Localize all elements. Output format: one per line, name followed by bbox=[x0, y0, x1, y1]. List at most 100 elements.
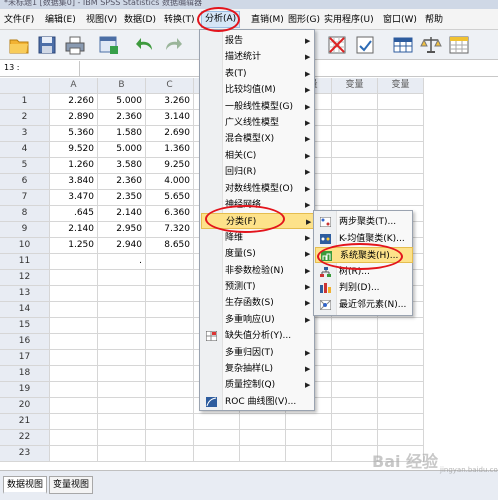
grid-cell[interactable]: 5.000 bbox=[98, 142, 146, 158]
grid-cell[interactable] bbox=[240, 430, 286, 446]
grid-cell[interactable] bbox=[332, 142, 378, 158]
grid-cell[interactable] bbox=[332, 94, 378, 110]
row-number[interactable]: 23 bbox=[0, 446, 50, 462]
tab-data-view[interactable]: 数据视图 bbox=[3, 476, 48, 494]
grid-cell[interactable] bbox=[50, 254, 98, 270]
grid-cell[interactable] bbox=[332, 350, 378, 366]
analyze-menu-item[interactable]: 非参数检验(N) ▶ bbox=[201, 263, 315, 279]
analyze-menu-item[interactable]: 分类(F) ▶ bbox=[201, 213, 315, 230]
menu-direct-marketing[interactable]: 直销(M) bbox=[251, 13, 284, 28]
grid-cell[interactable] bbox=[378, 110, 424, 126]
grid-cell[interactable]: 9.250 bbox=[146, 158, 194, 174]
grid-cell[interactable] bbox=[98, 382, 146, 398]
grid-cell[interactable] bbox=[378, 334, 424, 350]
row-number[interactable]: 9 bbox=[0, 222, 50, 238]
grid-cell[interactable] bbox=[98, 350, 146, 366]
grid-cell[interactable]: 6.360 bbox=[146, 206, 194, 222]
grid-cell[interactable] bbox=[50, 302, 98, 318]
undo-icon[interactable] bbox=[134, 34, 156, 56]
analyze-menu-item[interactable]: 一般线性模型(G) ▶ bbox=[201, 99, 315, 115]
grid-cell[interactable] bbox=[332, 382, 378, 398]
menu-graphs[interactable]: 图形(G) bbox=[288, 13, 320, 28]
row-number[interactable]: 1 bbox=[0, 94, 50, 110]
menu-help[interactable]: 帮助 bbox=[425, 13, 443, 28]
analyze-menu-item[interactable]: ROC 曲线图(V)... bbox=[201, 394, 315, 410]
grid-cell[interactable]: 2.690 bbox=[146, 126, 194, 142]
row-number[interactable]: 21 bbox=[0, 414, 50, 430]
grid-cell[interactable]: 8.650 bbox=[146, 238, 194, 254]
grid-cell[interactable] bbox=[332, 110, 378, 126]
row-number[interactable]: 4 bbox=[0, 142, 50, 158]
row-number[interactable]: 2 bbox=[0, 110, 50, 126]
grid-cell[interactable]: 2.360 bbox=[98, 174, 146, 190]
grid-cell[interactable]: 2.140 bbox=[98, 206, 146, 222]
grid-cell[interactable] bbox=[378, 398, 424, 414]
save-icon[interactable] bbox=[36, 34, 58, 56]
grid-cell[interactable]: 5.650 bbox=[146, 190, 194, 206]
grid-cell[interactable] bbox=[332, 174, 378, 190]
grid-cell[interactable]: 1.580 bbox=[98, 126, 146, 142]
analyze-menu-item[interactable]: 对数线性模型(O) ▶ bbox=[201, 181, 315, 197]
classify-menu-item[interactable]: 两步聚类(T)... bbox=[315, 214, 413, 230]
row-number[interactable]: 22 bbox=[0, 430, 50, 446]
grid-cell[interactable]: 3.840 bbox=[50, 174, 98, 190]
grid-cell[interactable] bbox=[240, 446, 286, 462]
grid-cell[interactable] bbox=[332, 126, 378, 142]
grid-cell[interactable] bbox=[98, 430, 146, 446]
grid-cell[interactable] bbox=[146, 270, 194, 286]
column-header[interactable]: 变量 bbox=[378, 78, 424, 94]
grid-cell[interactable] bbox=[50, 270, 98, 286]
classify-menu-item[interactable]: 树(R)... bbox=[315, 264, 413, 280]
row-number[interactable]: 12 bbox=[0, 270, 50, 286]
grid-cell[interactable]: 2.260 bbox=[50, 94, 98, 110]
grid-cell[interactable] bbox=[146, 398, 194, 414]
grid-cell[interactable] bbox=[98, 334, 146, 350]
grid-cell[interactable]: 4.000 bbox=[146, 174, 194, 190]
grid-cell[interactable] bbox=[146, 366, 194, 382]
analyze-menu-item[interactable]: 质量控制(Q) ▶ bbox=[201, 377, 315, 393]
grid-cell[interactable]: 2.350 bbox=[98, 190, 146, 206]
analyze-menu-item[interactable]: 降维 ▶ bbox=[201, 230, 315, 246]
grid-cell[interactable]: 1.250 bbox=[50, 238, 98, 254]
redo-icon[interactable] bbox=[162, 34, 184, 56]
grid-cell[interactable]: 7.320 bbox=[146, 222, 194, 238]
grid-cell[interactable] bbox=[50, 430, 98, 446]
analyze-menu-item[interactable]: 预测(T) ▶ bbox=[201, 279, 315, 295]
menu-utilities[interactable]: 实用程序(U) bbox=[324, 13, 374, 28]
grid-cell[interactable] bbox=[146, 382, 194, 398]
grid-cell[interactable] bbox=[286, 414, 332, 430]
row-number[interactable]: 7 bbox=[0, 190, 50, 206]
grid-cell[interactable]: 9.520 bbox=[50, 142, 98, 158]
grid-cell[interactable] bbox=[146, 350, 194, 366]
grid-cell[interactable] bbox=[98, 286, 146, 302]
split-file-icon[interactable] bbox=[448, 34, 470, 56]
analyze-menu-item[interactable]: 生存函数(S) ▶ bbox=[201, 295, 315, 311]
grid-cell[interactable] bbox=[332, 398, 378, 414]
menu-view[interactable]: 视图(V) bbox=[86, 13, 117, 28]
grid-cell[interactable]: 3.260 bbox=[146, 94, 194, 110]
grid-cell[interactable] bbox=[146, 446, 194, 462]
classify-menu-item[interactable]: 系统聚类(H)... bbox=[315, 247, 413, 263]
grid-cell[interactable]: 1.260 bbox=[50, 158, 98, 174]
grid-cell[interactable]: 3.140 bbox=[146, 110, 194, 126]
grid-cell[interactable] bbox=[332, 430, 378, 446]
grid-cell[interactable] bbox=[286, 446, 332, 462]
menu-edit[interactable]: 编辑(E) bbox=[45, 13, 76, 28]
grid-cell[interactable] bbox=[378, 430, 424, 446]
menu-analyze[interactable]: 分析(A) bbox=[201, 11, 241, 28]
analyze-menu-item[interactable]: 多重归因(T) ▶ bbox=[201, 345, 315, 361]
grid-cell[interactable] bbox=[378, 350, 424, 366]
grid-cell[interactable] bbox=[146, 414, 194, 430]
grid-cell[interactable] bbox=[378, 190, 424, 206]
variables-icon[interactable] bbox=[354, 34, 376, 56]
grid-cell[interactable] bbox=[378, 94, 424, 110]
grid-cell[interactable] bbox=[98, 366, 146, 382]
column-header[interactable]: A bbox=[50, 78, 98, 94]
grid-cell[interactable] bbox=[146, 302, 194, 318]
grid-cell[interactable]: 2.940 bbox=[98, 238, 146, 254]
analyze-menu-item[interactable]: 混合模型(X) ▶ bbox=[201, 131, 315, 147]
row-number[interactable]: 6 bbox=[0, 174, 50, 190]
grid-cell[interactable] bbox=[332, 158, 378, 174]
grid-cell[interactable] bbox=[194, 430, 240, 446]
grid-cell[interactable] bbox=[50, 366, 98, 382]
